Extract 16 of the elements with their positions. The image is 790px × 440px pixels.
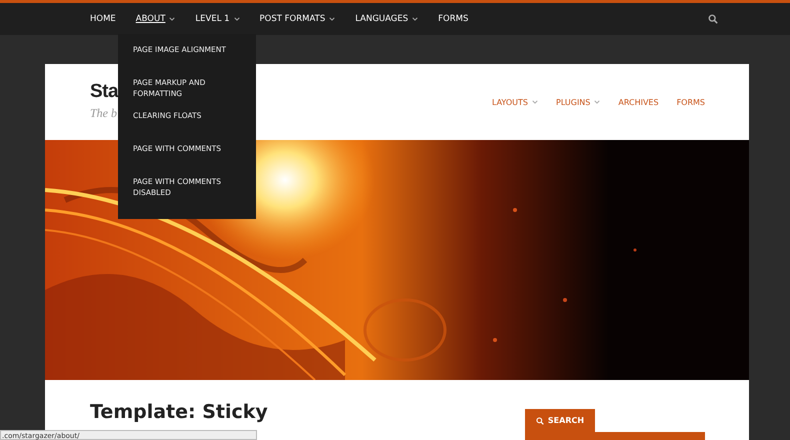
widget-title-text: SEARCH — [548, 416, 584, 425]
site-title: Sta — [90, 81, 118, 103]
nav-link[interactable]: PLUGINS — [556, 98, 600, 106]
search-icon — [536, 416, 544, 424]
nav-link[interactable]: LAYOUTS — [492, 98, 538, 106]
post-title: Template: Sticky — [90, 401, 268, 425]
nav-link[interactable]: LEVEL 1 — [185, 14, 250, 24]
nav-link[interactable]: ARCHIVES — [618, 98, 659, 106]
search-icon[interactable] — [708, 14, 718, 24]
site-tagline: The b — [90, 106, 118, 121]
nav-link[interactable]: FORMS — [676, 98, 705, 106]
nav-link[interactable]: HOME — [80, 14, 126, 24]
nav-link[interactable]: LANGUAGES — [345, 14, 428, 24]
nav-link[interactable]: ABOUT — [126, 14, 186, 24]
nav-link[interactable]: FORMS — [428, 14, 478, 24]
nav-link[interactable]: POST FORMATS — [250, 14, 346, 24]
